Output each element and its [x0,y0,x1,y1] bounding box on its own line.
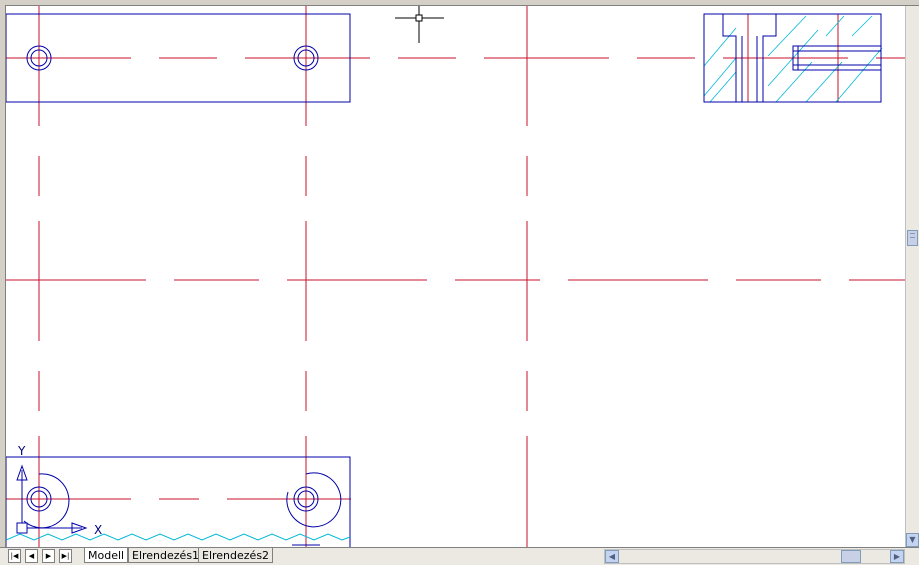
next-icon[interactable]: ▶ [42,549,55,563]
vertical-scroll-thumb[interactable] [907,230,918,246]
last-page-icon[interactable]: ▶| [59,549,72,563]
scroll-down-icon[interactable]: ▼ [906,533,919,547]
first-page-icon[interactable]: |◀ [8,549,21,563]
horizontal-scroll-thumb[interactable] [841,550,861,563]
scroll-left-icon[interactable]: ◀ [605,550,619,563]
tab-elrendezes1[interactable]: Elrendezés1 [128,548,204,563]
prev-icon[interactable]: ◀ [25,549,38,563]
ucs-y-label: Y [17,444,26,458]
scroll-grip-icon [910,233,915,238]
centerlines [6,6,905,547]
scroll-right-icon[interactable]: ▶ [890,550,904,563]
vertical-scrollbar[interactable]: ▼ [905,6,919,547]
break-line [6,533,351,541]
ucs-x-label: X [94,523,102,537]
tab-elrendezes2[interactable]: Elrendezés2 [198,548,274,563]
plate-bottom-view[interactable] [6,456,351,547]
tab-modell[interactable]: Modell [84,548,129,563]
layout-tab-bar: |◀ ◀ ▶ ▶| Modell Elrendezés1 Elrendezés2… [0,547,919,565]
crosshair-cursor-icon [395,6,444,43]
drawing-canvas[interactable]: Y X [6,6,905,547]
horizontal-scrollbar[interactable]: ◀ ▶ [604,549,905,564]
